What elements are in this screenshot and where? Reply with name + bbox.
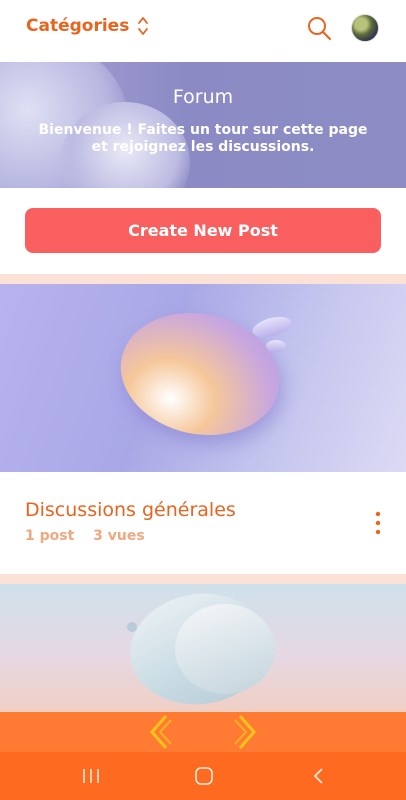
category-stats: 1 post 3 vues [25, 528, 159, 544]
forum-banner: Forum Bienvenue ! Faites un tour sur cet… [0, 62, 406, 188]
view-count: 3 vues [93, 528, 145, 544]
search-icon[interactable] [306, 15, 332, 41]
page-title: Forum [172, 86, 234, 108]
system-navigation-bar [0, 752, 406, 800]
separator [0, 574, 406, 584]
recent-apps-icon[interactable] [80, 766, 102, 786]
more-options-icon[interactable] [368, 510, 388, 536]
categories-dropdown[interactable]: Catégories [26, 15, 149, 37]
post-count: 1 post [25, 528, 75, 544]
back-icon[interactable] [308, 766, 330, 786]
category-title[interactable]: Discussions générales [25, 499, 236, 521]
cover-shape [175, 604, 275, 694]
category-cover-image[interactable] [0, 284, 406, 472]
cover-shape [266, 340, 286, 352]
bottom-navigation [0, 712, 406, 752]
categories-label: Catégories [26, 16, 130, 36]
top-bar: Catégories [0, 0, 406, 58]
create-post-section: Create New Post [0, 188, 406, 274]
chevron-left-icon[interactable] [144, 712, 174, 752]
cover-shape [127, 622, 137, 632]
category-card[interactable]: Discussions générales 1 post 3 vues [0, 472, 406, 574]
category-cover-image[interactable] [0, 584, 406, 714]
chevron-right-icon[interactable] [232, 712, 262, 752]
home-icon[interactable] [193, 766, 215, 786]
create-new-post-button[interactable]: Create New Post [25, 208, 381, 253]
avatar[interactable] [351, 14, 379, 42]
updown-icon [138, 17, 149, 35]
page-subtitle: Bienvenue ! Faites un tour sur cette pag… [38, 122, 368, 155]
separator [0, 274, 406, 284]
